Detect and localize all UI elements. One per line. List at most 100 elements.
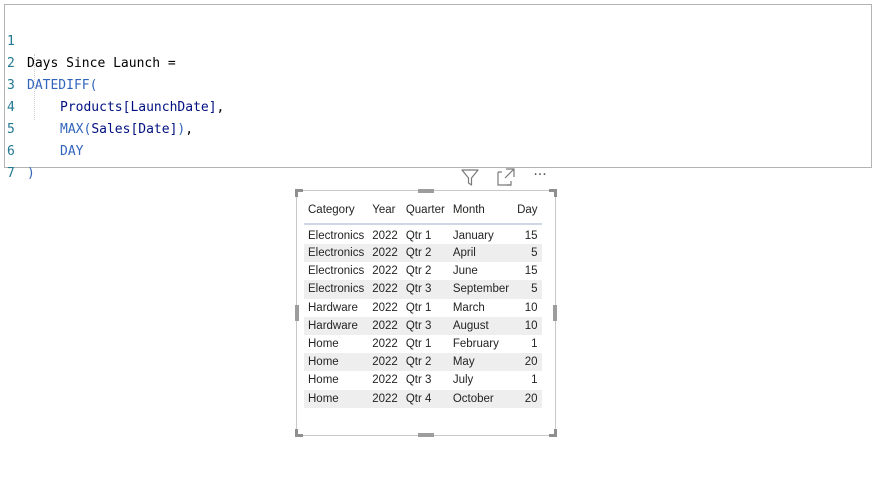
table-header-row: Category Year Quarter Month Day	[304, 196, 542, 225]
cell-year: 2022	[372, 229, 398, 242]
measure-name-token: Days Since Launch =	[27, 56, 176, 71]
column-header-quarter[interactable]: Quarter	[401, 196, 449, 225]
column-header-day[interactable]: Day	[513, 196, 542, 225]
comma-token: ,	[185, 122, 194, 137]
cell-year: 2022	[372, 374, 398, 387]
cell-month: August	[448, 316, 514, 335]
filter-icon[interactable]	[459, 166, 481, 188]
table-row[interactable]: Electronics 2022 Qtr 2 June 15	[304, 262, 542, 280]
column-header-year[interactable]: Year	[368, 196, 402, 225]
cell-quarter: Qtr 3	[405, 374, 432, 387]
code-line-2[interactable]: 2 DATEDIFF(	[5, 31, 97, 93]
cell-category: Hardware	[304, 316, 369, 335]
column-header-category[interactable]: Category	[304, 196, 369, 225]
cell-month: July	[452, 374, 474, 387]
cell-month: September	[448, 280, 514, 299]
cell-month: May	[448, 353, 514, 372]
max-function-token: MAX(	[60, 122, 92, 137]
cell-category: Home	[304, 353, 369, 372]
table-row[interactable]: Electronics 2022 Qtr 1 January 15	[304, 224, 542, 244]
table-row[interactable]: Home 2022 Qtr 1 February 1	[304, 335, 542, 353]
cell-year: 2022	[368, 389, 402, 408]
cell-category: Home	[304, 389, 369, 408]
table-row[interactable]: Hardware 2022 Qtr 1 March 10	[304, 299, 542, 317]
table-row[interactable]: Electronics 2022 Qtr 3 September 5	[304, 280, 542, 299]
resize-corner-top-left[interactable]	[295, 189, 303, 197]
cell-day: 15	[524, 265, 538, 278]
code-line-6[interactable]: 6 )	[5, 119, 36, 181]
line-number: 7	[7, 166, 15, 181]
cell-year: 2022	[368, 280, 402, 299]
cell-year: 2022	[372, 301, 398, 314]
cell-month: October	[448, 389, 514, 408]
cell-month: March	[452, 301, 485, 314]
cell-quarter: Qtr 4	[401, 389, 449, 408]
cell-month: February	[452, 338, 499, 351]
cell-quarter: Qtr 3	[401, 280, 449, 299]
cell-day: 20	[513, 353, 542, 372]
table-row[interactable]: Home 2022 Qtr 2 May 20	[304, 353, 542, 372]
table-row[interactable]: Home 2022 Qtr 3 July 1	[304, 371, 542, 389]
cell-category: Home	[308, 374, 339, 387]
cell-quarter: Qtr 2	[405, 265, 432, 278]
cell-quarter: Qtr 1	[405, 301, 432, 314]
cell-month: January	[452, 229, 494, 242]
cell-month: April	[448, 244, 514, 263]
cell-category: Electronics	[308, 229, 365, 242]
table-row[interactable]: Electronics 2022 Qtr 2 April 5	[304, 244, 542, 263]
code-line-4[interactable]: 4 MAX(Sales[Date]),	[5, 75, 193, 137]
cell-day: 10	[513, 316, 542, 335]
cell-quarter: Qtr 2	[401, 353, 449, 372]
cell-day: 10	[524, 301, 538, 314]
cell-day: 1	[531, 338, 538, 351]
resize-handle-bottom[interactable]	[418, 433, 434, 437]
table-row[interactable]: Hardware 2022 Qtr 3 August 10	[304, 316, 542, 335]
table-body: Electronics 2022 Qtr 1 January 15 Electronics…	[304, 224, 542, 408]
resize-corner-bottom-right[interactable]	[549, 429, 557, 437]
cell-month: June	[452, 265, 478, 278]
code-line-3[interactable]: 3 Products[LaunchDate],	[5, 53, 224, 115]
column-ref-token: [Date]	[130, 122, 178, 137]
cell-day: 5	[513, 244, 542, 263]
table-ref-token: Sales	[91, 122, 131, 137]
cell-category: Electronics	[304, 244, 369, 263]
table-ref-token: Products	[60, 100, 123, 115]
cell-quarter: Qtr 3	[401, 316, 449, 335]
day-keyword-token: DAY	[60, 144, 84, 159]
cell-category: Hardware	[308, 301, 358, 314]
code-line-7[interactable]: 7	[5, 141, 36, 181]
comma-token: ,	[216, 100, 225, 115]
focus-mode-icon[interactable]	[495, 166, 517, 188]
cell-quarter: Qtr 1	[405, 229, 432, 242]
resize-handle-left[interactable]	[295, 305, 299, 321]
datediff-function-token: DATEDIFF(	[27, 78, 98, 93]
column-header-month[interactable]: Month	[448, 196, 514, 225]
dax-formula-editor[interactable]: 1 Days Since Launch = 2 DATEDIFF( 3 Prod…	[4, 4, 872, 181]
cell-day: 15	[524, 229, 538, 242]
cell-category: Electronics	[308, 265, 365, 278]
cell-day: 1	[531, 374, 538, 387]
resize-handle-top[interactable]	[418, 189, 434, 193]
table-row[interactable]: Home 2022 Qtr 4 October 20	[304, 389, 542, 408]
cell-quarter: Qtr 1	[405, 338, 432, 351]
cell-year: 2022	[368, 353, 402, 372]
cell-year: 2022	[368, 244, 402, 263]
data-table: Category Year Quarter Month Day Electron…	[304, 196, 542, 408]
column-ref-token: [LaunchDate]	[122, 100, 217, 115]
resize-handle-right[interactable]	[553, 305, 557, 321]
cell-quarter: Qtr 2	[401, 244, 449, 263]
cell-category: Electronics	[304, 280, 369, 299]
resize-corner-bottom-left[interactable]	[295, 429, 303, 437]
table-visual[interactable]: Category Year Quarter Month Day Electron…	[295, 189, 557, 437]
cell-category: Home	[308, 338, 339, 351]
cell-day: 20	[513, 389, 542, 408]
resize-corner-top-right[interactable]	[549, 189, 557, 197]
cell-year: 2022	[372, 265, 398, 278]
cell-year: 2022	[372, 338, 398, 351]
visual-header: ···	[459, 166, 555, 188]
code-line-1[interactable]: 1 Days Since Launch =	[5, 9, 176, 71]
more-options-icon[interactable]: ···	[527, 166, 553, 188]
cell-day: 5	[513, 280, 542, 299]
cell-year: 2022	[368, 316, 402, 335]
code-line-5[interactable]: 5 DAY	[5, 97, 83, 159]
